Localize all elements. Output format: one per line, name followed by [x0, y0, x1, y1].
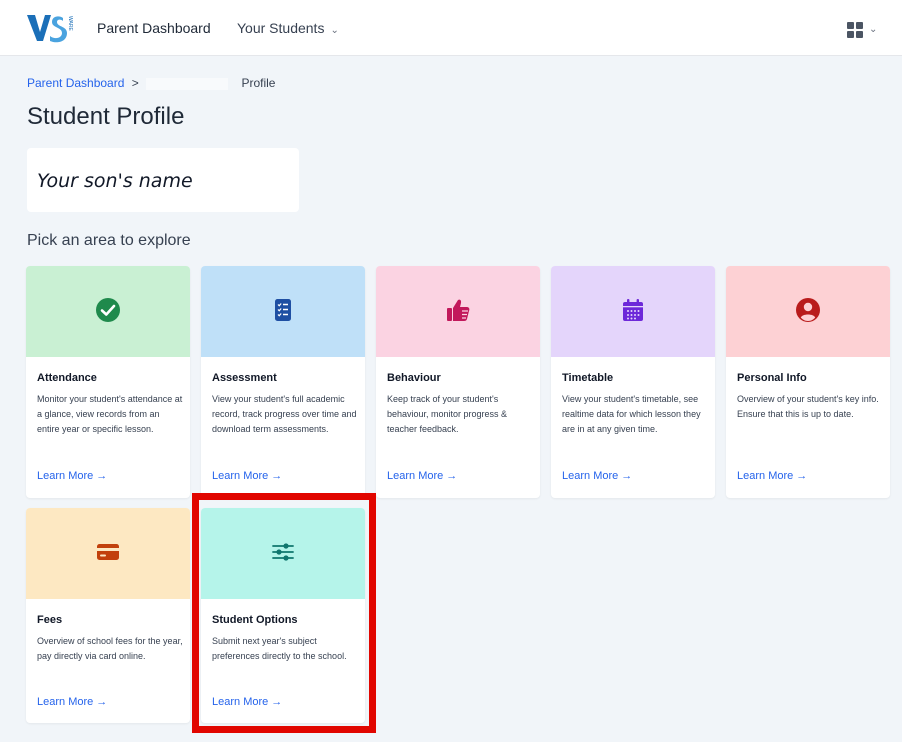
card-attendance-banner — [26, 266, 190, 357]
svg-text:WARE: WARE — [67, 16, 73, 31]
card-assessment-learn-more-link[interactable]: Learn More → — [212, 470, 282, 482]
credit-card-icon — [97, 544, 119, 560]
chevron-down-icon: ⌄ — [869, 24, 878, 35]
card-fees-banner — [26, 508, 190, 599]
card-behaviour-learn-more-link[interactable]: Learn More → — [387, 470, 457, 482]
card-attendance-title: Attendance — [37, 372, 97, 384]
sliders-icon — [272, 543, 294, 561]
chevron-down-icon: ⌄ — [330, 25, 339, 36]
card-fees-title: Fees — [37, 614, 63, 626]
card-behaviour-title: Behaviour — [387, 372, 441, 384]
breadcrumb-parent-dashboard[interactable]: Parent Dashboard — [27, 76, 124, 90]
card-assessment-title: Assessment — [212, 372, 277, 384]
card-timetable-description: View your student's timetable, see realt… — [562, 394, 701, 434]
card-fees-description: Overview of school fees for the year, pa… — [37, 636, 183, 661]
card-behaviour-banner — [376, 266, 540, 357]
card-assessment-banner — [201, 266, 365, 357]
nav-your-students-label: Your Students — [237, 20, 325, 36]
breadcrumb: Parent Dashboard > Profile — [27, 76, 275, 90]
card-student-options[interactable]: Student Options Submit next year's subje… — [201, 508, 365, 723]
breadcrumb-current: Profile — [241, 76, 276, 90]
card-fees-learn-more-link[interactable]: Learn More → — [37, 696, 107, 708]
card-behaviour[interactable]: Behaviour Keep track of your student's b… — [376, 266, 540, 498]
user-circle-icon — [796, 298, 820, 322]
card-student-options-title: Student Options — [212, 614, 298, 626]
section-heading: Pick an area to explore — [27, 232, 191, 249]
card-personal-info-learn-more-link[interactable]: Learn More → — [737, 470, 807, 482]
student-name: Your son's name — [37, 170, 193, 192]
card-personal-info-description: Overview of your student's key info. Ens… — [737, 394, 879, 419]
top-navigation-bar: WARE Parent Dashboard Your Students ⌄ ⌄ — [0, 0, 902, 56]
card-timetable[interactable]: Timetable View your student's timetable,… — [551, 266, 715, 498]
card-timetable-banner — [551, 266, 715, 357]
page-title: Student Profile — [27, 103, 185, 130]
card-assessment[interactable]: Assessment View your student's full acad… — [201, 266, 365, 498]
card-student-options-description: Submit next year's subject preferences d… — [212, 636, 347, 661]
card-timetable-title: Timetable — [562, 372, 614, 384]
thumbs-up-icon — [447, 299, 470, 321]
calendar-icon — [623, 299, 643, 321]
clipboard-list-icon — [275, 299, 291, 321]
nav-parent-dashboard[interactable]: Parent Dashboard — [97, 20, 211, 36]
card-timetable-learn-more-link[interactable]: Learn More → — [562, 470, 632, 482]
card-personal-info[interactable]: Personal Info Overview of your student's… — [726, 266, 890, 498]
student-name-card: Your son's name — [27, 148, 299, 212]
card-fees[interactable]: Fees Overview of school fees for the yea… — [26, 508, 190, 723]
card-attendance-description: Monitor your student's attendance at a g… — [37, 394, 183, 434]
nav-your-students[interactable]: Your Students ⌄ — [237, 20, 339, 36]
breadcrumb-separator: > — [131, 76, 139, 90]
grid-icon — [847, 22, 863, 38]
card-attendance-learn-more-link[interactable]: Learn More → — [37, 470, 107, 482]
card-personal-info-banner — [726, 266, 890, 357]
vsware-logo[interactable]: WARE — [26, 12, 74, 44]
card-attendance[interactable]: Attendance Monitor your student's attend… — [26, 266, 190, 498]
check-circle-icon — [96, 298, 120, 322]
apps-menu-button[interactable]: ⌄ — [847, 22, 883, 38]
card-assessment-description: View your student's full academic record… — [212, 394, 357, 434]
card-student-options-learn-more-link[interactable]: Learn More → — [212, 696, 282, 708]
card-behaviour-description: Keep track of your student's behaviour, … — [387, 394, 508, 434]
breadcrumb-redacted-student[interactable] — [146, 77, 229, 90]
card-personal-info-title: Personal Info — [737, 372, 807, 384]
card-student-options-banner — [201, 508, 365, 599]
